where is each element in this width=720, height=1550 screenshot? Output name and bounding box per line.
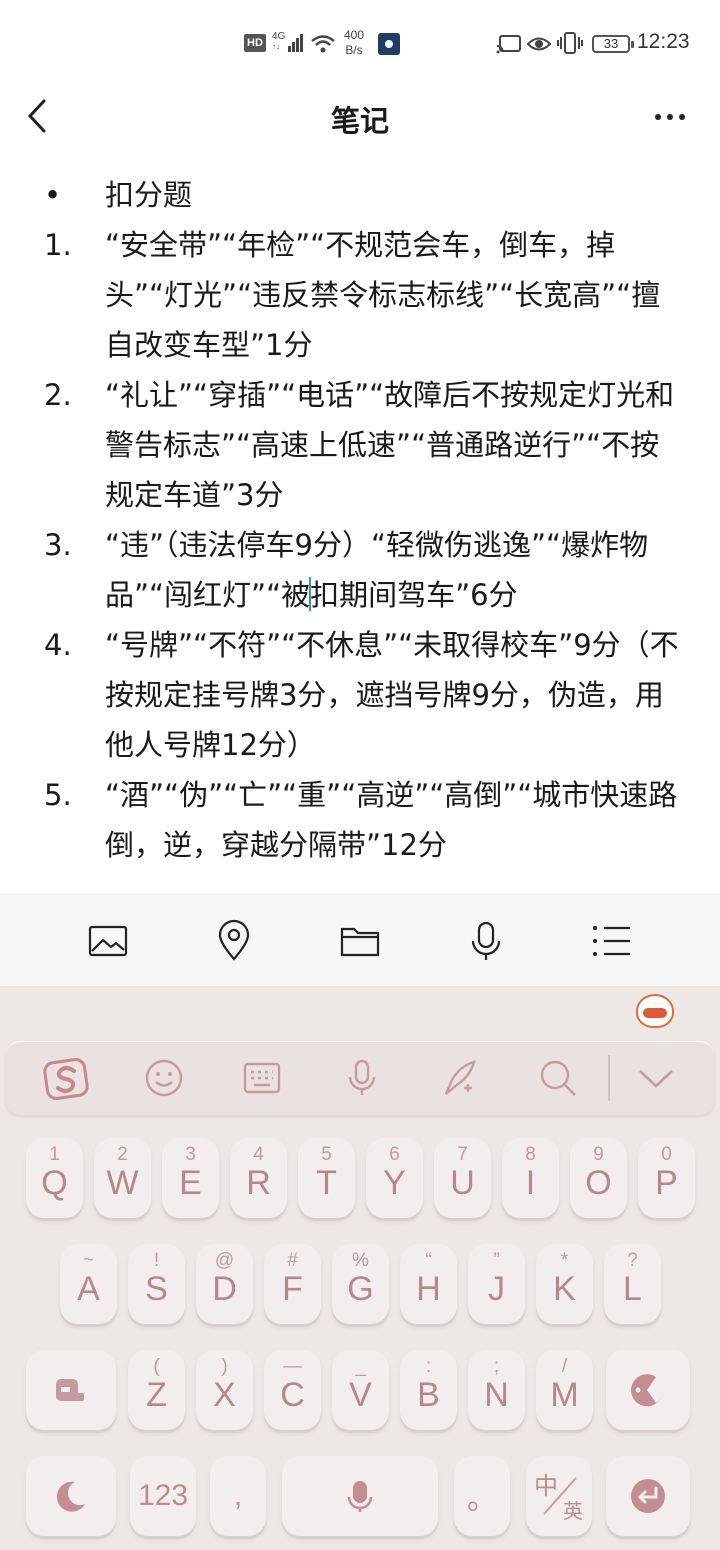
key-m[interactable]: / M bbox=[536, 1350, 593, 1430]
cast-icon bbox=[496, 34, 522, 54]
search-icon[interactable] bbox=[538, 1058, 578, 1098]
backspace-icon bbox=[631, 1374, 664, 1407]
language-switch-key[interactable]: 中 英 bbox=[526, 1456, 592, 1536]
numbers-key[interactable]: 123 bbox=[130, 1456, 196, 1536]
enter-key[interactable] bbox=[606, 1456, 690, 1536]
key-d[interactable]: @ D bbox=[196, 1244, 253, 1324]
eye-comfort-icon bbox=[526, 34, 552, 54]
key-g[interactable]: % G bbox=[332, 1244, 389, 1324]
list-marker: • bbox=[44, 178, 62, 212]
more-icon bbox=[655, 114, 685, 120]
checklist-icon[interactable] bbox=[590, 919, 634, 963]
wifi-icon bbox=[310, 34, 336, 54]
key-n[interactable]: ; N bbox=[468, 1350, 525, 1430]
space-key[interactable] bbox=[282, 1456, 438, 1536]
voice-input-icon bbox=[347, 1481, 373, 1512]
list-marker: 1. bbox=[44, 228, 72, 262]
key-a[interactable]: ~ A bbox=[60, 1244, 117, 1324]
page-title: 笔记 bbox=[330, 104, 389, 138]
handwriting-icon[interactable] bbox=[440, 1058, 480, 1098]
shift-icon bbox=[56, 1379, 84, 1401]
network-speed: 400 B/s bbox=[344, 28, 365, 57]
list-item-text[interactable]: “礼让”“穿插”“电话”“故障后不按规定灯光和警告标志”“高速上低速”“普通路逆… bbox=[105, 370, 680, 520]
key-v[interactable]: _ V bbox=[332, 1350, 389, 1430]
key-l[interactable]: ? L bbox=[604, 1244, 661, 1324]
keyboard-mascot-icon[interactable] bbox=[636, 994, 674, 1028]
key-b[interactable]: :B bbox=[400, 1350, 457, 1430]
key-e[interactable]: 3E bbox=[162, 1138, 219, 1218]
list-item-text[interactable]: “号牌”“不符”“不休息”“未取得校车”9分（不按规定挂号牌3分，遮挡号牌9分，… bbox=[105, 620, 680, 770]
key-q[interactable]: 1Q bbox=[26, 1138, 83, 1218]
editor-toolbar bbox=[0, 894, 720, 986]
hd-indicator: HD bbox=[244, 34, 266, 52]
list-item-text[interactable]: “安全带”“年检”“不规范会车，倒车，掉头”“灯光”“违反禁令标志标线”“长宽高… bbox=[105, 220, 680, 370]
app-header: 笔记 bbox=[0, 88, 720, 148]
moon-symbol-icon bbox=[56, 1481, 85, 1512]
list-item[interactable]: • 扣分题 bbox=[0, 170, 720, 220]
key-t[interactable]: 5T bbox=[298, 1138, 355, 1218]
emoji-icon[interactable] bbox=[144, 1058, 184, 1098]
backspace-key[interactable] bbox=[606, 1350, 690, 1430]
microphone-icon[interactable] bbox=[464, 919, 508, 963]
key-x[interactable]: ) X bbox=[196, 1350, 253, 1430]
clock: 12:23 bbox=[637, 30, 690, 53]
shift-key[interactable] bbox=[26, 1350, 116, 1430]
folder-icon[interactable] bbox=[338, 919, 382, 963]
soft-keyboard: 1Q 2W 3E 4R 5T 6Y 7U 8I 9O 0P ~ A ! S @ D #… bbox=[0, 986, 720, 1550]
vibrate-icon bbox=[556, 31, 584, 55]
list-item[interactable]: 5. “酒”“伪”“亡”“重”“高逆”“高倒”“城市快速路倒，逆，穿越分隔带”1… bbox=[0, 770, 720, 870]
key-k[interactable]: * K bbox=[536, 1244, 593, 1324]
key-j[interactable]: ” J bbox=[468, 1244, 525, 1324]
status-bar: HD 4G ↑↓ 400 B/s 33 12:23 bbox=[0, 0, 720, 88]
enter-icon bbox=[631, 1479, 665, 1513]
list-marker: 5. bbox=[44, 778, 72, 812]
list-item[interactable]: 2. “礼让”“穿插”“电话”“故障后不按规定灯光和警告标志”“高速上低速”“普… bbox=[0, 370, 720, 520]
signal-icon bbox=[284, 34, 304, 52]
location-icon[interactable] bbox=[212, 919, 256, 963]
key-u[interactable]: 7U bbox=[434, 1138, 491, 1218]
battery-icon: 33 bbox=[592, 35, 634, 53]
key-i[interactable]: 8I bbox=[502, 1138, 559, 1218]
collapse-icon[interactable] bbox=[636, 1058, 676, 1098]
list-item-text[interactable]: “违”（违法停车9分）“轻微伤逃逸”“爆炸物品”“闯红灯”“被扣期间驾车”6分 bbox=[105, 520, 680, 620]
list-item-text[interactable]: 扣分题 bbox=[105, 170, 680, 220]
symbols-key[interactable] bbox=[26, 1456, 116, 1536]
comma-key[interactable]: , bbox=[210, 1456, 266, 1536]
app-notification-icon bbox=[378, 33, 400, 55]
list-marker: 2. bbox=[44, 378, 72, 412]
key-o[interactable]: 9O bbox=[570, 1138, 627, 1218]
list-item[interactable]: 3. “违”（违法停车9分）“轻微伤逃逸”“爆炸物品”“闯红灯”“被扣期间驾车”… bbox=[0, 520, 720, 620]
more-options-button[interactable] bbox=[650, 102, 690, 132]
list-marker: 4. bbox=[44, 628, 72, 662]
sogou-logo-icon[interactable] bbox=[42, 1055, 92, 1103]
note-body[interactable]: • 扣分题 1. “安全带”“年检”“不规范会车，倒车，掉头”“灯光”“违反禁令… bbox=[0, 170, 720, 870]
key-p[interactable]: 0P bbox=[638, 1138, 695, 1218]
list-item[interactable]: 1. “安全带”“年检”“不规范会车，倒车，掉头”“灯光”“违反禁令标志标线”“… bbox=[0, 220, 720, 370]
key-s[interactable]: ! S bbox=[128, 1244, 185, 1324]
image-icon[interactable] bbox=[86, 919, 130, 963]
voice-icon[interactable] bbox=[342, 1058, 382, 1098]
key-y[interactable]: 6Y bbox=[366, 1138, 423, 1218]
period-key[interactable]: 。 bbox=[454, 1456, 510, 1536]
candidate-bar-separator bbox=[608, 1055, 610, 1101]
key-z[interactable]: (Z bbox=[128, 1350, 185, 1430]
key-r[interactable]: 4R bbox=[230, 1138, 287, 1218]
key-f[interactable]: # F bbox=[264, 1244, 321, 1324]
keyboard-candidate-bar bbox=[6, 1041, 714, 1115]
list-item-text[interactable]: “酒”“伪”“亡”“重”“高逆”“高倒”“城市快速路倒，逆，穿越分隔带”12分 bbox=[105, 770, 680, 870]
list-marker: 3. bbox=[44, 528, 72, 562]
key-c[interactable]: — C bbox=[264, 1350, 321, 1430]
key-w[interactable]: 2W bbox=[94, 1138, 151, 1218]
list-item[interactable]: 4. “号牌”“不符”“不休息”“未取得校车”9分（不按规定挂号牌3分，遮挡号牌… bbox=[0, 620, 720, 770]
key-h[interactable]: “H bbox=[400, 1244, 457, 1324]
keyboard-icon[interactable] bbox=[242, 1058, 282, 1098]
